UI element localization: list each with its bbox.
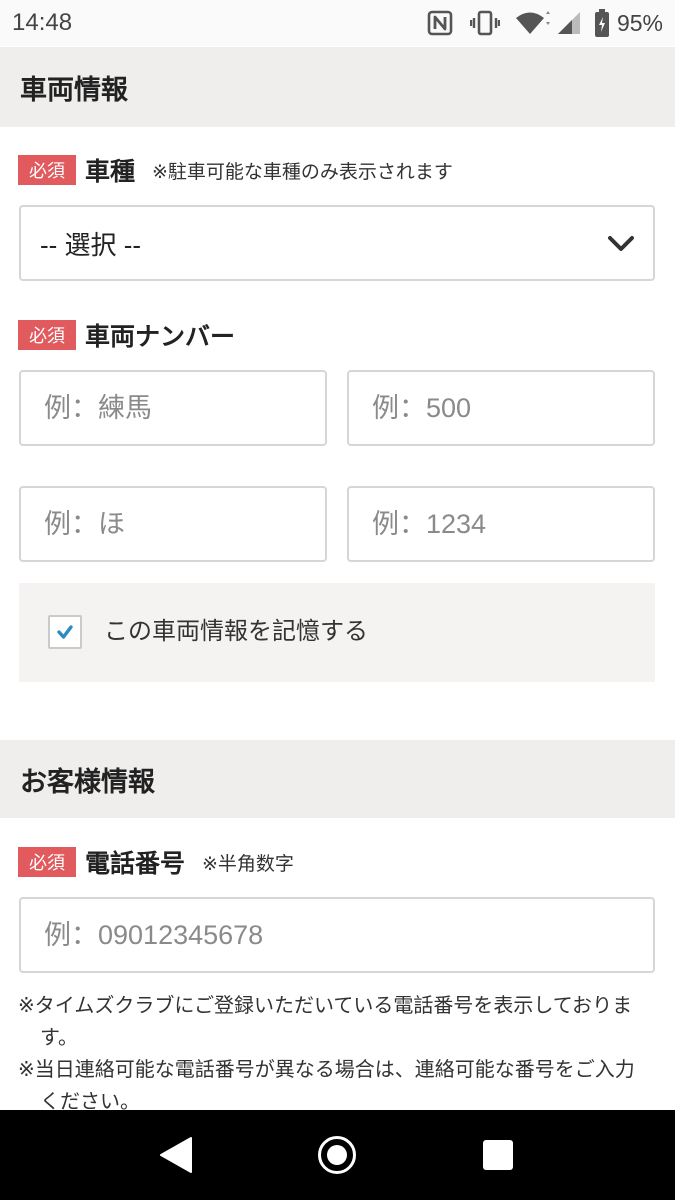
home-dot	[327, 1145, 347, 1165]
car-type-selected-value: -- 選択 --	[40, 229, 142, 260]
car-type-note: ※駐車可能な車種のみ表示されます	[152, 161, 453, 183]
phone-note-registered: ※タイムズクラブにご登録いただいている電話番号を表示しております。	[18, 995, 633, 1049]
home-icon[interactable]	[318, 1136, 356, 1174]
battery-percent: 95%	[616, 10, 663, 36]
phone-label-row: 必須 電話番号 ※半角数字	[18, 847, 294, 878]
customer-section-header: お客様情報	[0, 740, 675, 818]
phone-label: 電話番号	[85, 850, 186, 878]
plate-class-input[interactable]	[347, 370, 655, 446]
phone-note: ※半角数字	[202, 853, 294, 875]
plate-region-input[interactable]	[19, 370, 327, 446]
car-type-select[interactable]: -- 選択 --	[19, 205, 655, 281]
phone-note-contact: ※当日連絡可能な電話番号が異なる場合は、連絡可能な番号をご入力ください。	[18, 1059, 635, 1113]
check-icon	[57, 625, 73, 639]
back-icon[interactable]	[158, 1136, 194, 1179]
nfc-icon	[427, 10, 453, 36]
plate-label-row: 必須 車両ナンバー	[18, 320, 236, 351]
car-type-label: 車種	[85, 158, 136, 186]
navigation-bar	[0, 1110, 675, 1200]
remember-vehicle-panel: この車両情報を記憶する	[19, 583, 655, 682]
customer-section-title: お客様情報	[20, 766, 155, 797]
signal-icon	[557, 10, 580, 36]
plate-label: 車両ナンバー	[85, 323, 236, 351]
plate-number-input[interactable]	[347, 486, 655, 562]
phone-input[interactable]	[19, 897, 655, 973]
car-type-label-row: 必須 車種 ※駐車可能な車種のみ表示されます	[18, 155, 453, 186]
remember-vehicle-label[interactable]: この車両情報を記憶する	[104, 615, 368, 649]
remember-vehicle-checkbox[interactable]	[48, 615, 82, 649]
required-badge: 必須	[18, 320, 76, 350]
vehicle-section-header: 車両情報	[0, 47, 675, 127]
battery-icon	[594, 9, 609, 37]
recents-icon[interactable]	[483, 1140, 513, 1170]
required-badge: 必須	[18, 847, 76, 877]
phone-notes: ※タイムズクラブにご登録いただいている電話番号を表示しております。 ※当日連絡可…	[18, 990, 654, 1118]
status-bar: 14:48 95%	[0, 0, 675, 46]
vibrate-icon	[469, 10, 500, 36]
status-icons: 95%	[427, 8, 663, 38]
vehicle-section-title: 車両情報	[20, 74, 128, 105]
status-time: 14:48	[12, 9, 73, 36]
plate-kana-input[interactable]	[19, 486, 327, 562]
wifi-icon	[515, 10, 550, 36]
required-badge: 必須	[18, 155, 76, 185]
chevron-down-icon	[607, 235, 635, 258]
